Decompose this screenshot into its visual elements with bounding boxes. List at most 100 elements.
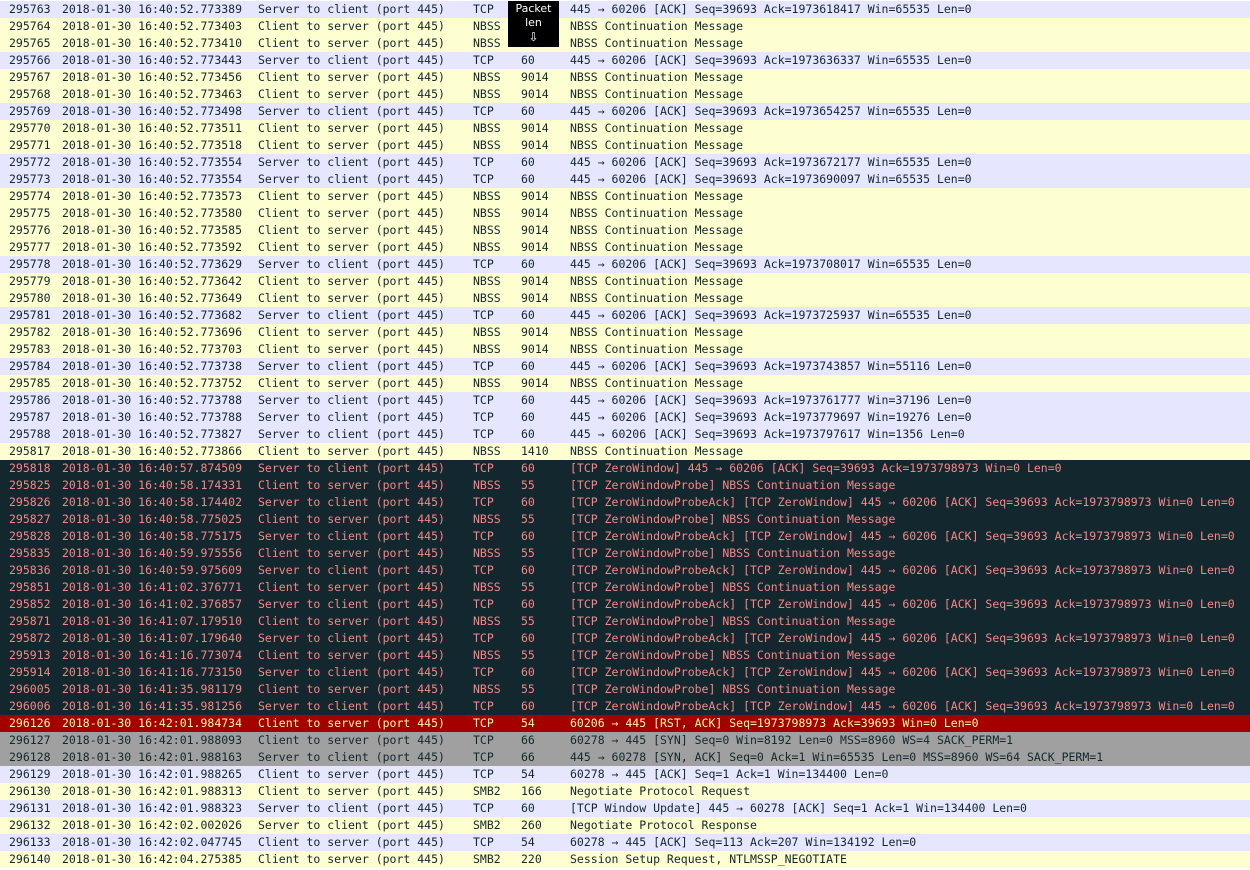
packet-protocol: TCP bbox=[473, 257, 494, 271]
packet-row[interactable]: 295781 2018-01-30 16:40:52.773682 Server t… bbox=[0, 307, 1250, 324]
packet-row[interactable]: 295768 2018-01-30 16:40:52.773463 Client t… bbox=[0, 86, 1250, 103]
packet-row[interactable]: 296005 2018-01-30 16:41:35.981179 Client t… bbox=[0, 681, 1250, 698]
packet-length: 9014 bbox=[521, 342, 549, 356]
packet-row[interactable]: 295770 2018-01-30 16:40:52.773511 Client t… bbox=[0, 120, 1250, 137]
packet-row[interactable]: 295787 2018-01-30 16:40:52.773788 Server t… bbox=[0, 409, 1250, 426]
packet-direction: Server to client (port 445) bbox=[258, 308, 445, 322]
packet-info: [TCP ZeroWindowProbe] NBSS Continuation … bbox=[570, 512, 896, 526]
packet-direction: Server to client (port 445) bbox=[258, 155, 445, 169]
packet-row[interactable]: 295827 2018-01-30 16:40:58.775025 Client t… bbox=[0, 511, 1250, 528]
packet-row[interactable]: 295777 2018-01-30 16:40:52.773592 Client t… bbox=[0, 239, 1250, 256]
packet-row[interactable]: 295780 2018-01-30 16:40:52.773649 Client t… bbox=[0, 290, 1250, 307]
packet-direction: Client to server (port 445) bbox=[258, 682, 445, 696]
packet-row[interactable]: 295773 2018-01-30 16:40:52.773554 Server t… bbox=[0, 171, 1250, 188]
packet-row[interactable]: 296133 2018-01-30 16:42:02.047745 Client t… bbox=[0, 834, 1250, 851]
packet-row[interactable]: 296126 2018-01-30 16:42:01.984734 Client t… bbox=[0, 715, 1250, 732]
packet-row[interactable]: 295774 2018-01-30 16:40:52.773573 Client t… bbox=[0, 188, 1250, 205]
packet-protocol: TCP bbox=[473, 155, 494, 169]
packet-row[interactable]: 295826 2018-01-30 16:40:58.174402 Server t… bbox=[0, 494, 1250, 511]
packet-direction: Client to server (port 445) bbox=[258, 274, 445, 288]
packet-row[interactable]: 295763 2018-01-30 16:40:52.773389 Server t… bbox=[0, 1, 1250, 18]
packet-number: 295779 bbox=[9, 274, 51, 288]
packet-protocol: NBSS bbox=[473, 580, 501, 594]
packet-protocol: TCP bbox=[473, 733, 494, 747]
packet-protocol: NBSS bbox=[473, 682, 501, 696]
packet-row[interactable]: 296129 2018-01-30 16:42:01.988265 Client t… bbox=[0, 766, 1250, 783]
packet-row[interactable]: 295778 2018-01-30 16:40:52.773629 Server t… bbox=[0, 256, 1250, 273]
packet-row[interactable]: 295818 2018-01-30 16:40:57.874509 Server t… bbox=[0, 460, 1250, 477]
packet-length: 9014 bbox=[521, 189, 549, 203]
down-arrow-icon: ⇩ bbox=[528, 30, 539, 44]
packet-row[interactable]: 296127 2018-01-30 16:42:01.988093 Client t… bbox=[0, 732, 1250, 749]
packet-row[interactable]: 295914 2018-01-30 16:41:16.773150 Server t… bbox=[0, 664, 1250, 681]
packet-row[interactable]: 295765 2018-01-30 16:40:52.773410 Client t… bbox=[0, 35, 1250, 52]
packet-number: 295776 bbox=[9, 223, 51, 237]
packet-time: 2018-01-30 16:41:02.376771 bbox=[62, 580, 243, 594]
packet-direction: Server to client (port 445) bbox=[258, 631, 445, 645]
packet-row[interactable]: 295784 2018-01-30 16:40:52.773738 Server t… bbox=[0, 358, 1250, 375]
packet-time: 2018-01-30 16:42:01.988163 bbox=[62, 750, 243, 764]
packet-row[interactable]: 295913 2018-01-30 16:41:16.773074 Client t… bbox=[0, 647, 1250, 664]
packet-row[interactable]: 296130 2018-01-30 16:42:01.988313 Client t… bbox=[0, 783, 1250, 800]
packet-row[interactable]: 296140 2018-01-30 16:42:04.275385 Client t… bbox=[0, 851, 1250, 868]
packet-row[interactable]: 295766 2018-01-30 16:40:52.773443 Server t… bbox=[0, 52, 1250, 69]
packet-row[interactable]: 295779 2018-01-30 16:40:52.773642 Client t… bbox=[0, 273, 1250, 290]
packet-row[interactable]: 295785 2018-01-30 16:40:52.773752 Client t… bbox=[0, 375, 1250, 392]
packet-row[interactable]: 295769 2018-01-30 16:40:52.773498 Server t… bbox=[0, 103, 1250, 120]
packet-row[interactable]: 295771 2018-01-30 16:40:52.773518 Client t… bbox=[0, 137, 1250, 154]
packet-info: 60278 → 445 [ACK] Seq=1 Ack=1 Win=134400… bbox=[570, 767, 889, 781]
packet-row[interactable]: 295835 2018-01-30 16:40:59.975556 Client t… bbox=[0, 545, 1250, 562]
packet-row[interactable]: 295782 2018-01-30 16:40:52.773696 Client t… bbox=[0, 324, 1250, 341]
packet-direction: Client to server (port 445) bbox=[258, 291, 445, 305]
packet-number: 295786 bbox=[9, 393, 51, 407]
packet-info: 445 → 60206 [ACK] Seq=39693 Ack=19736184… bbox=[570, 2, 972, 16]
packet-protocol: NBSS bbox=[473, 614, 501, 628]
packet-protocol: NBSS bbox=[473, 325, 501, 339]
packet-row[interactable]: 295872 2018-01-30 16:41:07.179640 Server t… bbox=[0, 630, 1250, 647]
packet-time: 2018-01-30 16:40:52.773403 bbox=[62, 19, 243, 33]
packet-row[interactable]: 296006 2018-01-30 16:41:35.981256 Server t… bbox=[0, 698, 1250, 715]
packet-row[interactable]: 295764 2018-01-30 16:40:52.773403 Client t… bbox=[0, 18, 1250, 35]
packet-info: 60206 → 445 [RST, ACK] Seq=1973798973 Ac… bbox=[570, 716, 979, 730]
packet-row[interactable]: 295775 2018-01-30 16:40:52.773580 Client t… bbox=[0, 205, 1250, 222]
packet-row[interactable]: 296128 2018-01-30 16:42:01.988163 Server t… bbox=[0, 749, 1250, 766]
packet-time: 2018-01-30 16:40:52.773788 bbox=[62, 393, 243, 407]
packet-row[interactable]: 295786 2018-01-30 16:40:52.773788 Server t… bbox=[0, 392, 1250, 409]
packet-length: 60 bbox=[521, 665, 535, 679]
packet-row[interactable]: 296131 2018-01-30 16:42:01.988323 Server t… bbox=[0, 800, 1250, 817]
packet-length: 66 bbox=[521, 750, 535, 764]
packet-row[interactable]: 295871 2018-01-30 16:41:07.179510 Client t… bbox=[0, 613, 1250, 630]
packet-row[interactable]: 295828 2018-01-30 16:40:58.775175 Server t… bbox=[0, 528, 1250, 545]
packet-row[interactable]: 295788 2018-01-30 16:40:52.773827 Server t… bbox=[0, 426, 1250, 443]
packet-row[interactable]: 295783 2018-01-30 16:40:52.773703 Client t… bbox=[0, 341, 1250, 358]
packet-protocol: NBSS bbox=[473, 546, 501, 560]
packet-row[interactable]: 295825 2018-01-30 16:40:58.174331 Client t… bbox=[0, 477, 1250, 494]
packet-length: 66 bbox=[521, 733, 535, 747]
packet-row[interactable]: 295836 2018-01-30 16:40:59.975609 Server t… bbox=[0, 562, 1250, 579]
packet-row[interactable]: 295852 2018-01-30 16:41:02.376857 Server t… bbox=[0, 596, 1250, 613]
packet-number: 295788 bbox=[9, 427, 51, 441]
packet-number: 296133 bbox=[9, 835, 51, 849]
packet-row[interactable]: 296132 2018-01-30 16:42:02.002026 Server t… bbox=[0, 817, 1250, 834]
packet-time: 2018-01-30 16:40:52.773642 bbox=[62, 274, 243, 288]
packet-info: [TCP ZeroWindowProbeAck] [TCP ZeroWindow… bbox=[570, 597, 1235, 611]
packet-info: [TCP ZeroWindowProbeAck] [TCP ZeroWindow… bbox=[570, 665, 1235, 679]
packet-time: 2018-01-30 16:42:01.988313 bbox=[62, 784, 243, 798]
packet-info: 445 → 60206 [ACK] Seq=39693 Ack=19737080… bbox=[570, 257, 972, 271]
packet-number: 295773 bbox=[9, 172, 51, 186]
packet-direction: Client to server (port 445) bbox=[258, 444, 445, 458]
packet-row[interactable]: 295851 2018-01-30 16:41:02.376771 Client t… bbox=[0, 579, 1250, 596]
packet-length: 55 bbox=[521, 478, 535, 492]
packet-info: [TCP ZeroWindowProbeAck] [TCP ZeroWindow… bbox=[570, 563, 1235, 577]
packet-direction: Client to server (port 445) bbox=[258, 87, 445, 101]
packet-row[interactable]: 295776 2018-01-30 16:40:52.773585 Client t… bbox=[0, 222, 1250, 239]
packet-row[interactable]: 295772 2018-01-30 16:40:52.773554 Server t… bbox=[0, 154, 1250, 171]
packet-time: 2018-01-30 16:40:52.773592 bbox=[62, 240, 243, 254]
packet-row[interactable]: 295817 2018-01-30 16:40:52.773866 Client t… bbox=[0, 443, 1250, 460]
packet-protocol: NBSS bbox=[473, 291, 501, 305]
packet-row[interactable]: 295767 2018-01-30 16:40:52.773456 Client t… bbox=[0, 69, 1250, 86]
packet-info: NBSS Continuation Message bbox=[570, 70, 744, 84]
packet-length: 60 bbox=[521, 427, 535, 441]
packet-direction: Client to server (port 445) bbox=[258, 121, 445, 135]
packet-list[interactable]: 295763 2018-01-30 16:40:52.773389 Server t… bbox=[0, 1, 1250, 868]
